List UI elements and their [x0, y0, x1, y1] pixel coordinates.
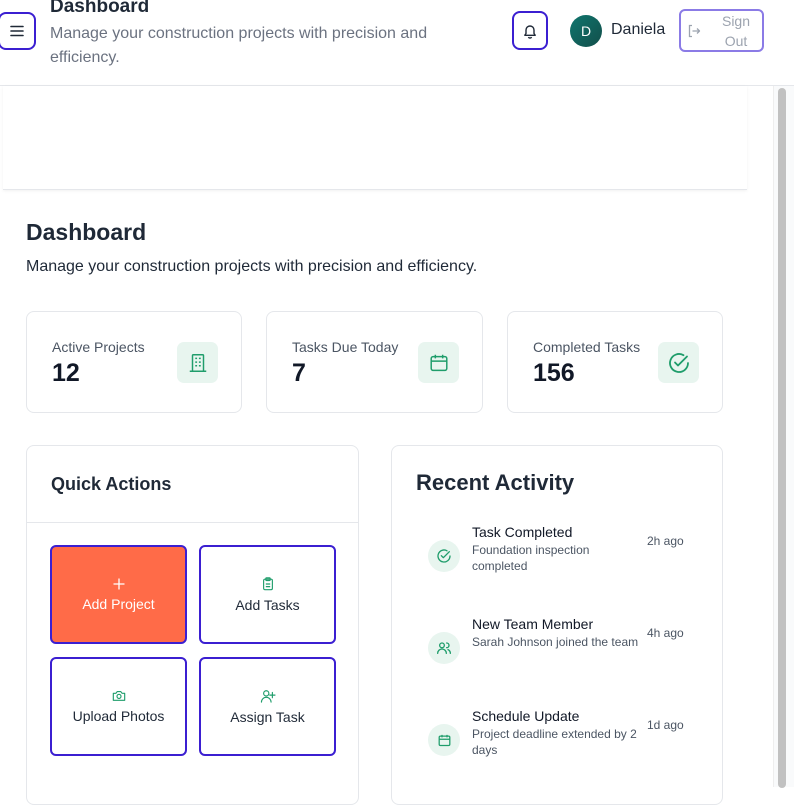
activity-description: Sarah Johnson joined the team — [472, 635, 639, 649]
assign-task-button[interactable]: Assign Task — [199, 657, 336, 756]
camera-icon — [112, 690, 125, 701]
upload-photos-button[interactable]: Upload Photos — [50, 657, 187, 756]
stat-value: 156 — [533, 359, 575, 387]
check-circle-icon — [658, 342, 699, 383]
sign-out-label: Sign Out — [721, 12, 751, 49]
activity-time: 1d ago — [647, 718, 684, 732]
plus-icon — [112, 577, 125, 590]
calendar-icon — [418, 342, 459, 383]
page-title: Dashboard — [26, 219, 147, 245]
sign-out-button[interactable]: Sign Out — [679, 9, 764, 52]
avatar[interactable]: D — [570, 15, 602, 47]
activity-time: 4h ago — [647, 626, 684, 640]
page-subtitle: Manage your construction projects with p… — [26, 258, 478, 275]
check-circle-icon — [428, 540, 460, 572]
activity-time: 2h ago — [647, 534, 684, 548]
quick-actions-panel: Quick Actions Add Project Add Tasks Uplo… — [26, 445, 359, 805]
add-tasks-button[interactable]: Add Tasks — [199, 545, 336, 644]
stat-value: 7 — [292, 359, 306, 387]
recent-activity-panel: Recent Activity Task Completed Foundatio… — [391, 445, 723, 805]
building-icon — [177, 342, 218, 383]
stat-label: Active Projects — [52, 339, 145, 355]
add-project-button[interactable]: Add Project — [50, 545, 187, 644]
calendar-icon — [428, 724, 460, 756]
bell-icon — [524, 24, 536, 39]
stat-card-completed-tasks: Completed Tasks 156 — [507, 311, 723, 413]
header-title: Dashboard — [50, 0, 150, 17]
menu-button[interactable] — [0, 12, 36, 50]
user-plus-icon — [260, 689, 276, 703]
stat-label: Tasks Due Today — [292, 339, 399, 355]
header-subtitle: Manage your construction projects with p… — [50, 25, 428, 66]
menu-icon — [10, 25, 24, 37]
recent-activity-title: Recent Activity — [416, 470, 575, 495]
user-name: Daniela — [611, 21, 666, 38]
activity-title: Task Completed — [472, 524, 573, 540]
scrollbar[interactable] — [773, 86, 794, 788]
action-label: Upload Photos — [72, 708, 165, 724]
stat-card-active-projects: Active Projects 12 — [26, 311, 242, 413]
divider — [27, 522, 358, 523]
action-label: Assign Task — [230, 708, 305, 725]
quick-actions-title: Quick Actions — [51, 474, 172, 494]
stat-label: Completed Tasks — [533, 339, 641, 355]
activity-title: New Team Member — [472, 616, 594, 632]
clipboard-icon — [262, 576, 273, 590]
stat-value: 12 — [52, 359, 80, 387]
top-bar: Dashboard Manage your construction proje… — [0, 0, 794, 86]
scrollbar-thumb[interactable] — [778, 88, 786, 788]
action-label: Add Tasks — [235, 596, 300, 613]
notifications-button[interactable] — [512, 11, 548, 50]
activity-description: Foundation inspection completed — [472, 543, 590, 573]
users-icon — [428, 632, 460, 664]
action-label: Add Project — [82, 595, 155, 612]
sign-out-icon — [688, 24, 701, 37]
stat-card-tasks-due: Tasks Due Today 7 — [266, 311, 483, 413]
activity-description: Project deadline extended by 2 days — [472, 727, 637, 757]
activity-title: Schedule Update — [472, 708, 580, 724]
banner — [3, 86, 747, 190]
